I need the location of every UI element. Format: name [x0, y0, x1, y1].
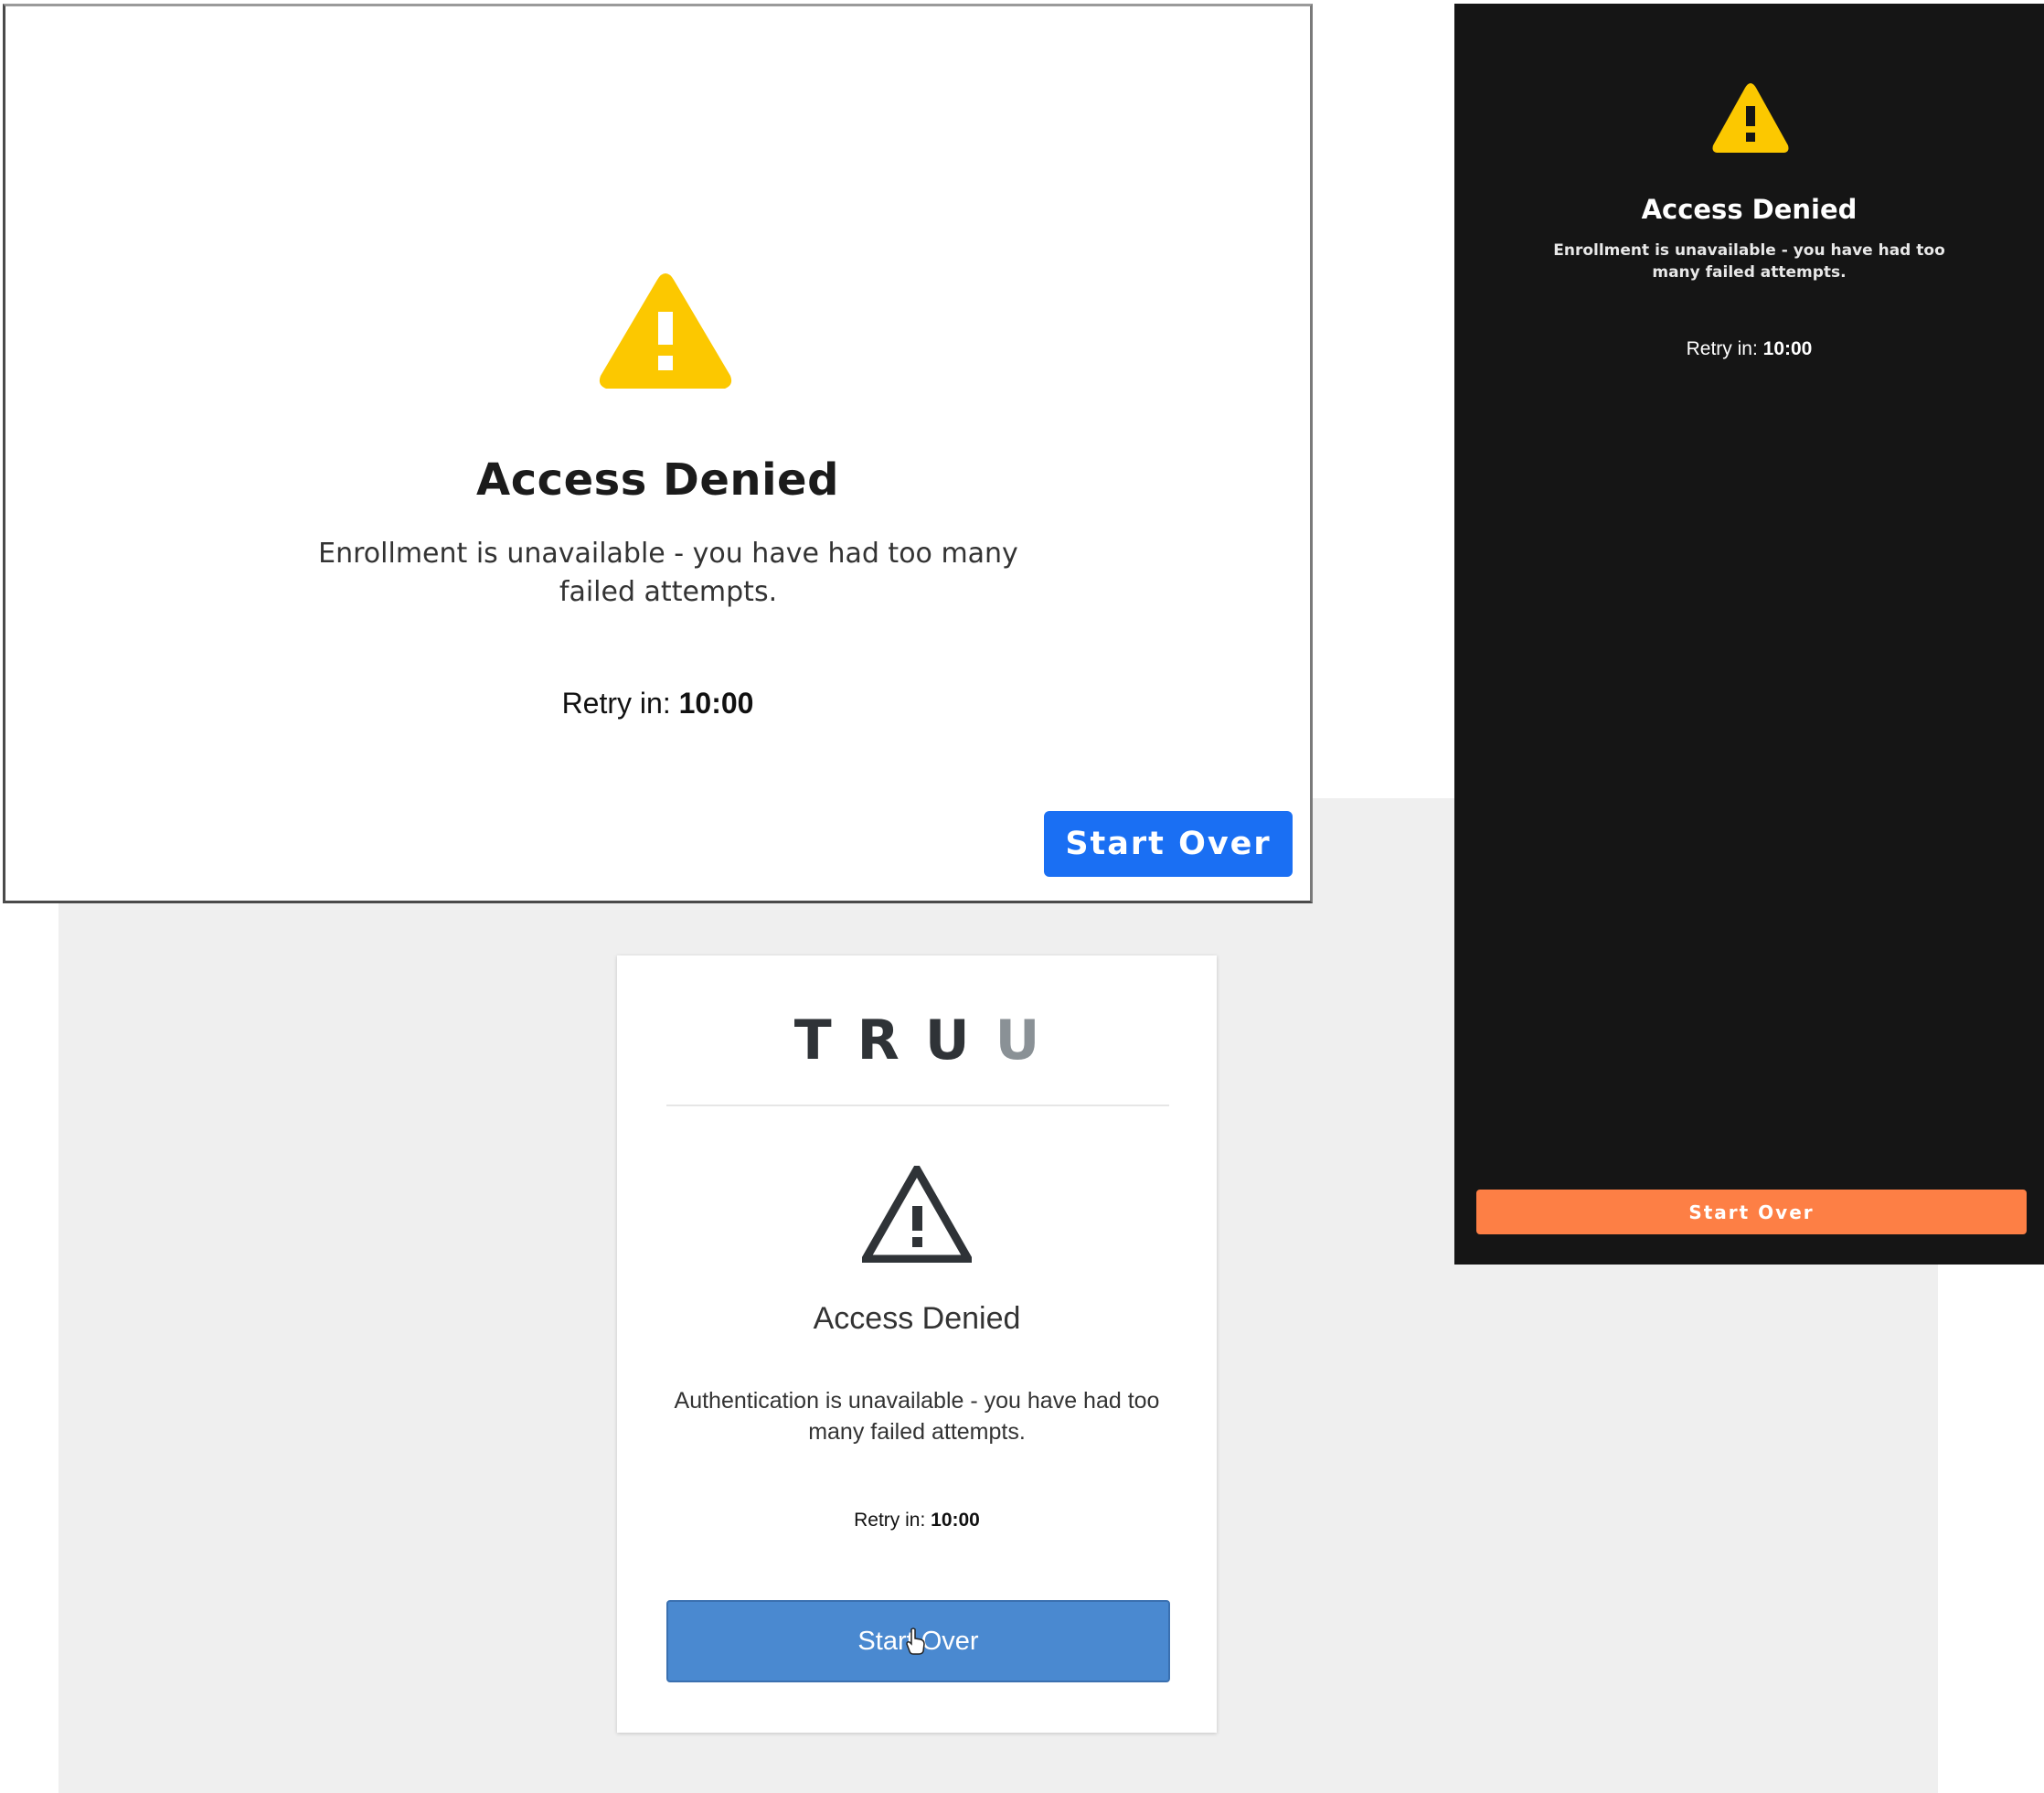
retry-label: Retry in:	[854, 1510, 932, 1531]
page-title: Access Denied	[476, 454, 839, 506]
warning-triangle-icon	[599, 273, 732, 389]
warning-triangle-icon	[1712, 83, 1789, 153]
retry-time: 10:00	[931, 1510, 980, 1531]
desktop-access-denied-window: Access Denied Enrollment is unavailable …	[3, 4, 1313, 903]
mobile-access-denied-screen: Access Denied Enrollment is unavailable …	[1454, 4, 2044, 1265]
error-message: Authentication is unavailable - you have…	[674, 1388, 1160, 1445]
retry-time: 10:00	[678, 687, 754, 720]
retry-label: Retry in:	[1686, 338, 1763, 359]
truu-access-denied-card: TRUU Access Denied Authentication is una…	[617, 955, 1217, 1733]
start-over-button[interactable]: Start Over	[666, 1600, 1170, 1682]
warning-outline-icon	[862, 1166, 972, 1263]
page-title: Access Denied	[1641, 194, 1858, 225]
retry-label: Retry in:	[561, 687, 679, 720]
retry-time: 10:00	[1762, 338, 1813, 359]
truu-logo: TRUU	[793, 1009, 1066, 1073]
retry-countdown: Retry in: 10:00	[5, 687, 1310, 720]
page-title: Access Denied	[813, 1301, 1021, 1336]
start-over-button[interactable]: Start Over	[1476, 1190, 2027, 1234]
retry-countdown: Retry in: 10:00	[1454, 338, 2044, 360]
start-over-button[interactable]: Start Over	[1044, 811, 1293, 877]
retry-countdown: Retry in: 10:00	[617, 1510, 1217, 1532]
error-message: Enrollment is unavailable - you have had…	[318, 538, 1018, 608]
error-message: Enrollment is unavailable - you have had…	[1553, 241, 1945, 282]
divider	[666, 1105, 1169, 1106]
hand-cursor-icon	[906, 1628, 925, 1655]
